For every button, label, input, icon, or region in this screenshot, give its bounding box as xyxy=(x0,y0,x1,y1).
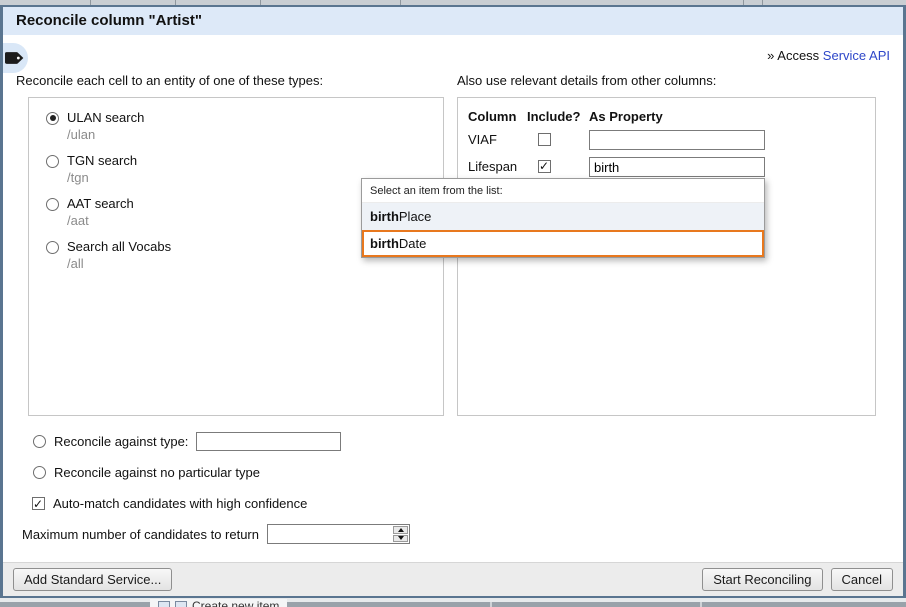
suggest-item-birthplace[interactable]: birthPlace xyxy=(362,203,764,230)
suggest-item-bold: birth xyxy=(370,236,399,251)
header-column: Column xyxy=(468,109,516,124)
radio-no-particular-type[interactable] xyxy=(33,466,46,479)
suggest-item-rest: Place xyxy=(399,209,432,224)
bg-partial-text: Create new item xyxy=(192,599,279,607)
auto-match-label: Auto-match candidates with high confiden… xyxy=(53,495,307,512)
dialog-footer: Add Standard Service... Start Reconcilin… xyxy=(3,562,903,596)
service-label: Search all Vocabs xyxy=(67,239,171,255)
lifespan-property-input[interactable] xyxy=(589,157,765,177)
spinner-down-button[interactable] xyxy=(393,535,408,543)
auto-match-row: Auto-match candidates with high confiden… xyxy=(32,495,307,512)
no-particular-type-row: Reconcile against no particular type xyxy=(33,464,260,481)
service-label: AAT search xyxy=(67,196,134,212)
up-arrow-icon xyxy=(398,528,404,532)
bg-mini-icon xyxy=(175,601,187,607)
radio-ulan[interactable] xyxy=(46,112,59,125)
dialog-body: » Access Service API Reconcile each cell… xyxy=(3,35,903,562)
max-candidates-row: Maximum number of candidates to return xyxy=(22,524,410,544)
footer-right-buttons: Start Reconciling Cancel xyxy=(702,568,893,591)
property-suggest-dropdown: Select an item from the list: birthPlace… xyxy=(361,178,765,258)
header-include: Include? xyxy=(527,109,580,124)
background-page-bottom: Create new item xyxy=(0,598,906,607)
radio-against-type[interactable] xyxy=(33,435,46,448)
dialog-title: Reconcile column "Artist" xyxy=(3,7,903,35)
viaf-include-checkbox[interactable] xyxy=(538,133,551,146)
reconcile-dialog: Reconcile column "Artist" » Access Servi… xyxy=(0,5,906,598)
radio-all-vocabs[interactable] xyxy=(46,241,59,254)
service-label: ULAN search xyxy=(67,110,144,126)
suggest-item-birthdate[interactable]: birthDate xyxy=(362,230,764,257)
other-columns-label: Also use relevant details from other col… xyxy=(457,73,716,88)
screen: Reconcile column "Artist" » Access Servi… xyxy=(0,0,906,607)
viaf-property-input[interactable] xyxy=(589,130,765,150)
service-path: /ulan xyxy=(67,127,443,143)
start-reconciling-button[interactable]: Start Reconciling xyxy=(702,568,822,591)
access-service-api: » Access Service API xyxy=(767,48,890,63)
max-candidates-input[interactable] xyxy=(267,524,410,544)
auto-match-checkbox[interactable] xyxy=(32,497,45,510)
against-type-input[interactable] xyxy=(196,432,341,451)
row-viaf-label: VIAF xyxy=(468,130,497,150)
lifespan-include-checkbox[interactable] xyxy=(538,160,551,173)
no-particular-type-label: Reconcile against no particular type xyxy=(54,464,260,481)
row-lifespan-label: Lifespan xyxy=(468,157,517,177)
bg-band-divider xyxy=(700,602,702,607)
service-api-link[interactable]: Service API xyxy=(823,48,890,63)
service-path: /all xyxy=(67,256,443,272)
suggest-header: Select an item from the list: xyxy=(362,179,764,203)
against-type-label: Reconcile against type: xyxy=(54,433,188,450)
service-label: TGN search xyxy=(67,153,137,169)
service-option-ulan[interactable]: ULAN search /ulan xyxy=(46,110,443,143)
suggest-item-rest: Date xyxy=(399,236,426,251)
add-standard-service-button[interactable]: Add Standard Service... xyxy=(13,568,172,591)
spinner-up-button[interactable] xyxy=(393,526,408,534)
bg-mini-icon xyxy=(158,601,170,607)
radio-aat[interactable] xyxy=(46,198,59,211)
column-tag-pill xyxy=(3,43,28,73)
reconcile-types-label: Reconcile each cell to an entity of one … xyxy=(16,73,323,88)
cancel-button[interactable]: Cancel xyxy=(831,568,893,591)
max-candidates-label: Maximum number of candidates to return xyxy=(22,526,259,543)
bg-table-band xyxy=(0,602,906,607)
suggest-item-bold: birth xyxy=(370,209,399,224)
access-prefix: » Access xyxy=(767,48,823,63)
max-candidates-spinner xyxy=(267,524,410,544)
bg-create-new-item-row: Create new item xyxy=(150,599,287,607)
reconcile-against-type-row: Reconcile against type: xyxy=(33,432,341,451)
bg-band-divider xyxy=(490,602,492,607)
radio-tgn[interactable] xyxy=(46,155,59,168)
header-as-property: As Property xyxy=(589,109,663,124)
down-arrow-icon xyxy=(398,536,404,540)
